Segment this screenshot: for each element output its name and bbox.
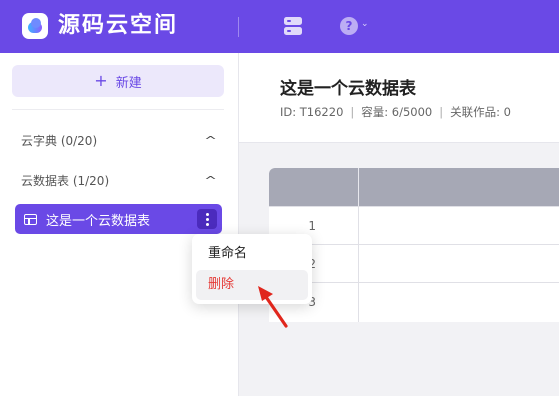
data-grid: 1 2 3: [269, 168, 559, 322]
sidebar: + 新建 云字典 (0/20) ^ 云数据表 (1/20) ^ 这是一个云数据表: [0, 53, 239, 396]
grid-header-divider: [358, 168, 359, 206]
table-id: ID: T16220: [280, 105, 344, 119]
new-button[interactable]: + 新建: [12, 65, 224, 97]
more-options-icon[interactable]: [197, 209, 217, 229]
table-icon: [24, 213, 37, 225]
table-capacity: 容量: 6/5000: [361, 105, 433, 119]
app-title: 源码云空间: [58, 13, 179, 38]
table-row[interactable]: 3: [269, 282, 559, 320]
grid-header: [269, 168, 559, 206]
table-row[interactable]: 2: [269, 244, 559, 282]
section-label: 云字典 (0/20): [21, 133, 98, 148]
chevron-up-icon[interactable]: ^: [204, 134, 217, 147]
grid-column-divider: [358, 206, 359, 322]
topbar-divider: [238, 17, 239, 37]
chevron-up-icon[interactable]: ^: [204, 174, 217, 187]
linked-works: 关联作品: 0: [450, 105, 511, 119]
section-label: 云数据表 (1/20): [21, 173, 110, 188]
new-button-label: 新建: [115, 75, 142, 91]
table-row[interactable]: 1: [269, 206, 559, 244]
table-meta: ID: T16220 | 容量: 6/5000 | 关联作品: 0: [280, 105, 511, 119]
help-circle-icon[interactable]: ?: [340, 17, 358, 35]
section-cloud-datatable[interactable]: 云数据表 (1/20) ^: [21, 170, 217, 190]
app-logo-icon: [22, 13, 48, 39]
sidebar-divider: [12, 109, 224, 110]
page-title: 这是一个云数据表: [280, 79, 416, 99]
section-cloud-dictionary[interactable]: 云字典 (0/20) ^: [21, 130, 217, 150]
plus-icon: +: [94, 71, 108, 90]
top-bar: 源码云空间 ? ⌄: [0, 0, 559, 53]
menu-item-rename[interactable]: 重命名: [196, 239, 308, 269]
sidebar-item-datatable[interactable]: 这是一个云数据表: [15, 204, 222, 234]
database-icon[interactable]: [283, 16, 303, 36]
sidebar-item-label: 这是一个云数据表: [46, 213, 151, 229]
chevron-down-icon[interactable]: ⌄: [361, 19, 369, 29]
pointer-arrow-icon: [258, 286, 288, 328]
